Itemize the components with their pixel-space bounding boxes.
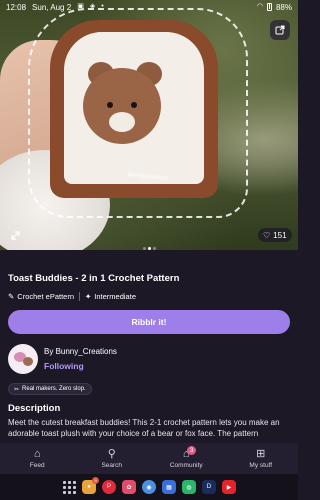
system-taskbar: ● 9 P ✿ ◉ ▦ ◍ D ▶ <box>0 474 298 500</box>
description-text: Meet the cutest breakfast buddies! This … <box>8 418 280 438</box>
nav-community-label: Community <box>169 461 203 469</box>
youtube-icon[interactable]: ▶ <box>222 480 236 494</box>
status-time: 12:08 <box>6 2 27 12</box>
divider <box>79 292 80 301</box>
like-count: 151 <box>273 230 287 240</box>
nav-search[interactable]: ⚲ Search <box>75 443 150 474</box>
pager-dot <box>143 247 146 250</box>
disney-icon[interactable]: D <box>202 480 216 494</box>
pager-dot-active <box>148 247 151 250</box>
messenger-icon[interactable]: ◍ <box>182 480 196 494</box>
page-title: Toast Buddies - 2 in 1 Crochet Pattern <box>8 273 180 284</box>
ribblr-it-button[interactable]: Ribblr it! <box>8 310 290 334</box>
wifi-icon: ◠ <box>256 3 263 10</box>
product-image[interactable]: bunnycreations <box>0 0 298 250</box>
status-bar: 12:08 Sun, Aug 2 ▣ ◈ • ◠ 88% <box>0 0 298 14</box>
nav-community[interactable]: ⌂ 3 Community <box>149 443 224 474</box>
nav-my-stuff-label: My stuff <box>249 461 273 469</box>
nav-my-stuff[interactable]: ⊞ My stuff <box>224 443 299 474</box>
heart-icon: ♡ <box>263 230 271 240</box>
by-prefix: By <box>44 347 56 356</box>
chrome-icon[interactable]: ◉ <box>142 480 156 494</box>
gallery-icon: ◈ <box>89 3 96 10</box>
calendar-icon[interactable]: ▦ <box>162 480 176 494</box>
battery-percent: 88% <box>275 2 292 12</box>
craft-app-icon[interactable]: ✿ <box>122 480 136 494</box>
pinterest-icon[interactable]: P <box>102 480 116 494</box>
description-heading: Description <box>8 403 61 414</box>
badge-label: Real makers. Zero slop. <box>22 386 86 392</box>
grid-icon: ⊞ <box>256 447 266 460</box>
more-notifications-icon: • <box>101 3 104 10</box>
chat-app-icon[interactable]: ● 9 <box>82 477 99 494</box>
real-makers-badge: ✂ Real makers. Zero slop. <box>8 383 92 395</box>
status-date: Sun, Aug 2 <box>32 2 72 12</box>
like-button[interactable]: ♡ 151 <box>258 228 292 242</box>
tag-level[interactable]: ✦ Intermediate <box>85 292 136 301</box>
notification-icon: ▣ <box>77 3 84 10</box>
app-drawer-icon[interactable] <box>62 480 76 494</box>
share-icon[interactable] <box>270 20 290 40</box>
expand-icon[interactable] <box>6 226 24 244</box>
image-pager[interactable] <box>143 247 156 250</box>
decorative-outline <box>28 8 248 218</box>
community-badge: 3 <box>187 446 197 455</box>
bottom-nav: ⌂ Feed ⚲ Search ⌂ 3 Community ⊞ My stuff <box>0 443 298 474</box>
tag-level-label: Intermediate <box>94 292 136 301</box>
badge-icon: ✂ <box>14 386 20 393</box>
home-icon: ⌂ <box>33 447 41 460</box>
product-tags: ✎ Crochet ePattern ✦ Intermediate <box>8 292 136 301</box>
nav-feed-label: Feed <box>29 461 45 469</box>
avatar[interactable] <box>8 344 38 374</box>
app-badge: 9 <box>92 477 99 484</box>
level-icon: ✦ <box>85 292 92 301</box>
nav-feed[interactable]: ⌂ Feed <box>0 443 75 474</box>
nav-search-label: Search <box>101 461 123 469</box>
tag-type-label: Crochet ePattern <box>17 292 74 301</box>
search-icon: ⚲ <box>107 447 116 460</box>
creator-byline: By Bunny_Creations <box>44 347 117 356</box>
creator-name[interactable]: Bunny_Creations <box>56 347 117 356</box>
battery-icon <box>266 3 272 11</box>
crochet-hook-icon: ✎ <box>8 292 15 301</box>
following-button[interactable]: Following <box>44 361 84 371</box>
tag-type[interactable]: ✎ Crochet ePattern <box>8 292 74 301</box>
pager-dot <box>153 247 156 250</box>
